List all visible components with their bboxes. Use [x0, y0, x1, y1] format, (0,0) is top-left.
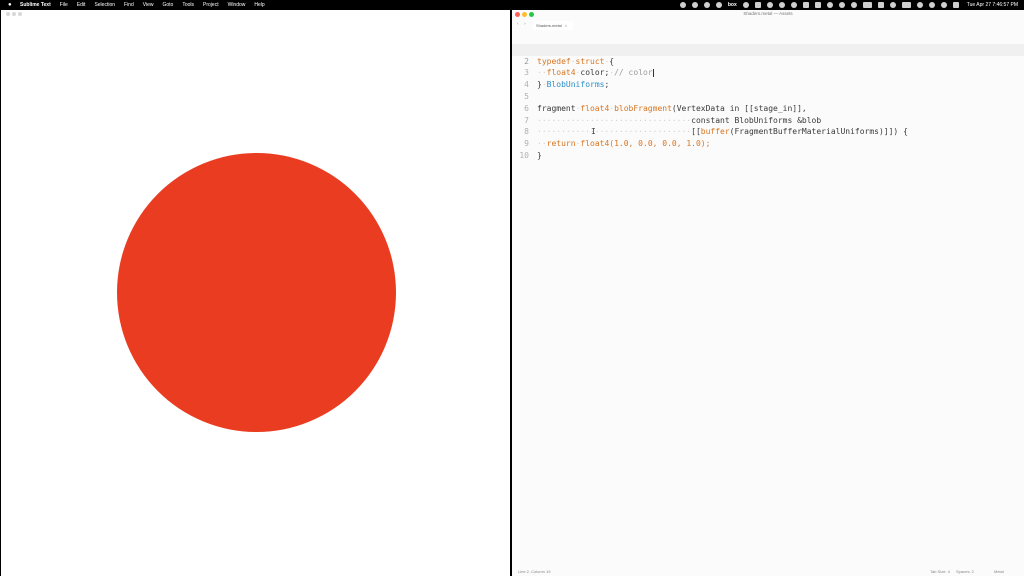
blob-circle — [117, 153, 396, 432]
menu-edit[interactable]: Edit — [77, 2, 86, 8]
menu-view[interactable]: View — [143, 2, 154, 8]
box-status-item[interactable]: box — [728, 2, 737, 8]
code-line[interactable]: 1 typedef·struct·{ — [512, 32, 1024, 66]
apple-icon[interactable]: ● — [8, 2, 14, 8]
menu-clock[interactable]: Tue Apr 27 7:46:57 PM — [967, 2, 1018, 8]
wifi-icon[interactable] — [916, 2, 923, 8]
menu-selection[interactable]: Selection — [94, 2, 115, 8]
menu-tools[interactable]: Tools — [182, 2, 194, 8]
editor-window: Shaders.metal — Assets ‹ › Shaders.metal… — [512, 10, 1024, 576]
search-icon[interactable] — [928, 2, 935, 8]
editor-titlebar: Shaders.metal — Assets — [512, 10, 1024, 19]
volume-icon[interactable] — [838, 2, 845, 8]
tab-bar: ‹ › Shaders.metal × — [512, 20, 1024, 30]
menu-app-name[interactable]: Sublime Text — [20, 2, 51, 8]
grid-icon[interactable] — [802, 2, 809, 8]
status-tab-size[interactable]: Tab Size: 4 — [930, 569, 950, 574]
status-syntax[interactable]: Metal — [994, 569, 1004, 574]
code-line[interactable]: 6 ································consta… — [512, 91, 1024, 125]
line-number: 10 — [519, 150, 529, 160]
battery-icon[interactable] — [901, 2, 911, 8]
status-indentation[interactable]: Spaces: 2 — [956, 569, 974, 574]
bluetooth-icon[interactable] — [850, 2, 857, 8]
dial-icon[interactable] — [766, 2, 773, 8]
code-line[interactable]: 5 fragment·float4·blobFragment(VertexDat… — [512, 79, 1024, 113]
code-area[interactable]: 1 typedef·struct·{ 2 ··float4·color;·// … — [512, 32, 1024, 160]
menu-file[interactable]: File — [60, 2, 68, 8]
editor-status-bar: Line 2, Column 19 Tab Size: 4 Spaces: 2 … — [512, 566, 1024, 576]
tab-close-icon[interactable]: × — [565, 23, 567, 28]
menu-project[interactable]: Project — [203, 2, 219, 8]
minimize-button-inactive[interactable] — [12, 12, 16, 16]
back-arrow-icon[interactable]: ‹ — [517, 21, 519, 27]
menu-goto[interactable]: Goto — [163, 2, 174, 8]
tab-shaders-metal[interactable]: Shaders.metal × — [533, 21, 573, 30]
zoom-button-inactive[interactable] — [18, 12, 22, 16]
control-center-icon[interactable] — [952, 2, 959, 8]
tab-label: Shaders.metal — [536, 23, 562, 28]
code-line[interactable]: 4 — [512, 67, 1024, 89]
code-line[interactable]: 3 }·BlobUniforms; — [512, 56, 1024, 89]
code-line[interactable]: 9 } — [512, 126, 1024, 160]
screen-mirror-icon[interactable] — [862, 2, 872, 8]
shield-icon[interactable] — [889, 2, 896, 8]
preview-window — [1, 10, 510, 576]
drop-icon[interactable] — [703, 2, 710, 8]
menu-find[interactable]: Find — [124, 2, 134, 8]
check-icon[interactable] — [742, 2, 749, 8]
code-line-current[interactable]: 2 ··float4·color;·// color — [512, 43, 1024, 77]
menu-window[interactable]: Window — [228, 2, 246, 8]
status-position[interactable]: Line 2, Column 19 — [518, 569, 550, 574]
window-title: Shaders.metal — Assets — [743, 11, 793, 16]
status-menu-area: box Tue Apr 27 7:46:57 PM — [679, 0, 1018, 10]
ibeam-cursor-icon: I — [591, 127, 596, 136]
alert-icon[interactable] — [790, 2, 797, 8]
wave-icon[interactable] — [814, 2, 821, 8]
record-icon[interactable] — [679, 2, 686, 8]
code-line[interactable]: 7 ································[[buff… — [512, 103, 1024, 137]
forward-arrow-icon[interactable]: › — [524, 21, 526, 27]
bulb-icon[interactable] — [691, 2, 698, 8]
menu-bar: ● Sublime Text File Edit Selection Find … — [0, 0, 1024, 10]
mic-icon[interactable] — [754, 2, 761, 8]
code-line[interactable]: 10 — [512, 138, 1024, 160]
display-icon[interactable] — [877, 2, 884, 8]
user-icon[interactable] — [940, 2, 947, 8]
person-icon[interactable] — [826, 2, 833, 8]
recorder-icon[interactable] — [778, 2, 785, 8]
code-line[interactable]: 8 ··return·float4(1.0, 0.0, 0.0, 1.0); — [512, 115, 1024, 148]
menu-help[interactable]: Help — [254, 2, 264, 8]
globe-icon[interactable] — [715, 2, 722, 8]
close-button-inactive[interactable] — [6, 12, 10, 16]
